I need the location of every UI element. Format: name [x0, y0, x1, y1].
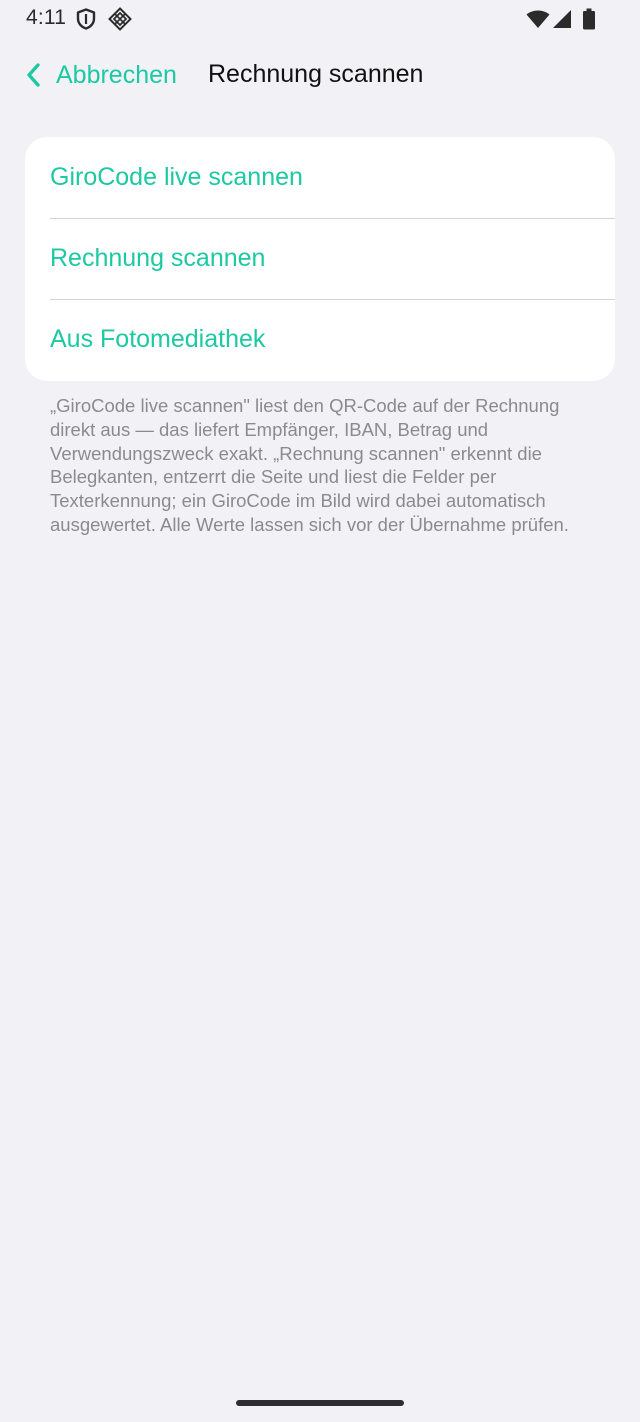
navigation-bar: Abbrechen Rechnung scannen: [0, 52, 640, 98]
cell-signal-icon: [552, 9, 572, 29]
option-label: Rechnung scannen: [50, 244, 266, 272]
status-time: 4:11: [26, 6, 67, 29]
scan-options-list: GiroCode live scannen Rechnung scannen A…: [25, 137, 615, 381]
page-title: Rechnung scannen: [208, 60, 424, 88]
home-indicator[interactable]: [236, 1400, 404, 1406]
option-label: GiroCode live scannen: [50, 163, 303, 191]
battery-icon: [582, 8, 596, 30]
option-label: Aus Fotomediathek: [50, 325, 266, 353]
shield-icon: [76, 8, 96, 30]
back-label: Abbrechen: [56, 60, 177, 89]
diamond-grid-icon: [108, 7, 132, 31]
back-button[interactable]: Abbrechen: [24, 58, 177, 92]
scan-options-description: „GiroCode live scannen" liest den QR-Cod…: [50, 395, 569, 535]
option-girocode-live[interactable]: GiroCode live scannen: [25, 137, 615, 218]
wifi-icon: [526, 9, 550, 29]
chevron-left-icon: [24, 62, 42, 88]
status-bar: 4:11: [0, 0, 640, 38]
option-photo-library[interactable]: Aus Fotomediathek: [25, 299, 615, 380]
option-scan-invoice[interactable]: Rechnung scannen: [25, 218, 615, 299]
